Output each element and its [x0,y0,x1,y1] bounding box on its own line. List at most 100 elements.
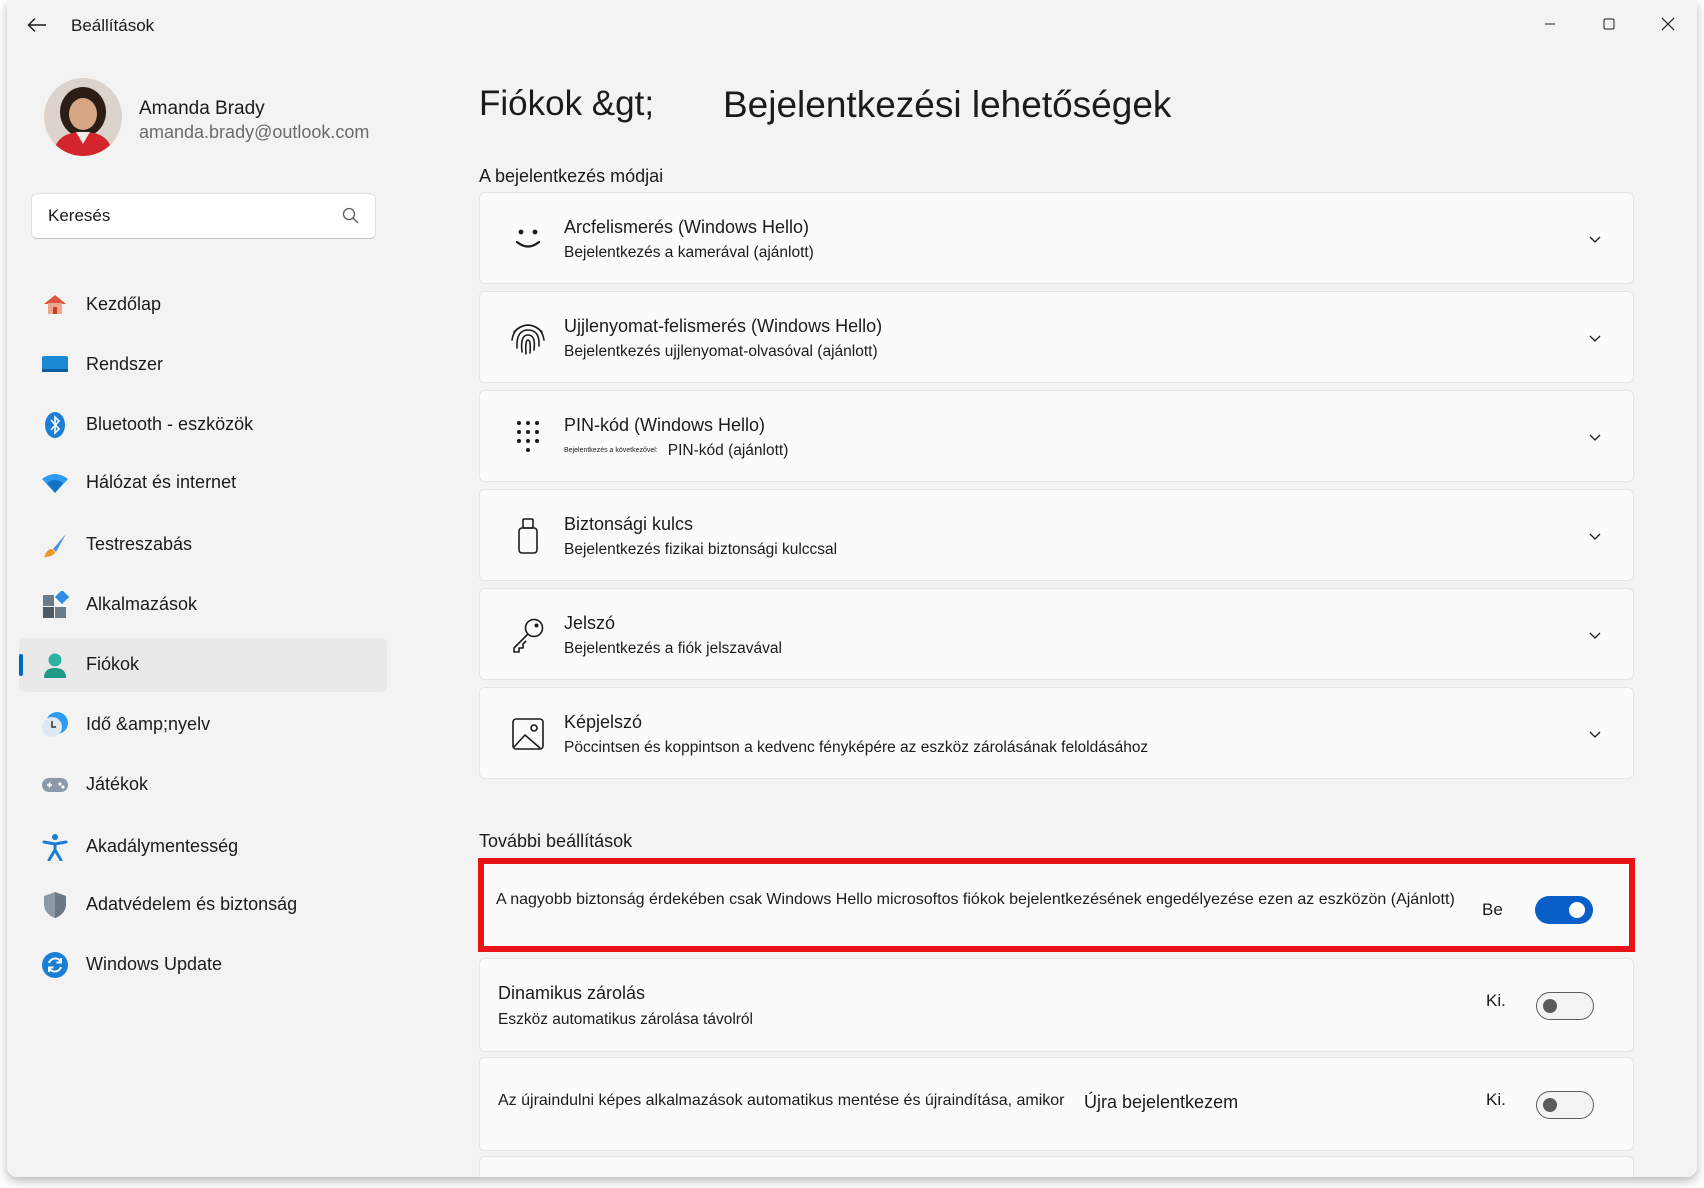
toggle-knob [1569,902,1585,918]
close-button[interactable] [1654,12,1682,36]
sidebar-item-label: Akadálymentesség [86,836,239,856]
time-language-icon [42,712,68,737]
maximize-button[interactable] [1595,12,1623,36]
toggle-state-label: Ki. [1486,991,1506,1010]
section-title-signin-ways: A bejelentkezés módjai [479,166,664,186]
bluetooth-icon [45,412,65,438]
option-title: Képjelszó [564,712,643,732]
option-title: Biztonsági kulcs [564,514,694,534]
sidebar-item-bluetooth[interactable]: Bluetooth - eszközök [19,398,387,452]
setting-text-extra: Újra bejelentkezem [1084,1092,1239,1112]
breadcrumb-parent[interactable]: Fiókok &gt; [479,84,654,124]
signin-option-face[interactable]: Arcfelismerés (Windows Hello) Bejelentke… [479,192,1634,284]
apps-icon [43,591,69,618]
toggle-knob [1543,1097,1557,1112]
sidebar-item-jatekok[interactable]: Játékok [19,758,387,812]
section-title-additional: További beállítások [479,831,633,851]
search-input[interactable] [48,206,328,226]
title-bar: Beállítások [7,0,1697,50]
signin-option-security-key[interactable]: Biztonsági kulcs Bejelentkezés fizikai b… [479,489,1634,581]
back-arrow-icon [27,18,46,32]
sidebar-item-label: Testreszabás [86,534,193,554]
sidebar-item-label: Játékok [86,774,149,794]
sidebar-item-fiokok[interactable]: Fiókok [19,638,387,692]
chevron-down-icon [1589,632,1601,639]
sidebar-item-label: Windows Update [86,954,223,974]
update-icon [42,952,68,978]
signin-option-picture-password[interactable]: Képjelszó Pöccintsen és koppintson a ked… [479,687,1634,779]
app-title: Beállítások [71,16,155,35]
sidebar-item-label: Kezdőlap [86,294,162,314]
chevron-down-icon [1589,236,1601,243]
sidebar-item-kezdolap[interactable]: Kezdőlap [19,278,387,332]
signin-option-password[interactable]: Jelszó Bejelentkezés a fiók jelszavával [479,588,1634,680]
shield-icon [44,892,66,918]
system-icon [42,356,68,372]
setting-hello-only-signin: A nagyobb biztonság érdekében csak Windo… [478,858,1635,952]
gamepad-icon [42,778,68,792]
option-title: Arcfelismerés (Windows Hello) [564,217,810,237]
key-icon [513,618,544,653]
option-title: Ujjlenyomat-felismerés (Windows Hello) [564,316,883,336]
user-email: amanda.brady@outlook.com [139,122,370,142]
sidebar-item-label: Rendszer [86,354,164,374]
sidebar-item-testreszabas[interactable]: Testreszabás [19,518,387,572]
brush-icon [44,534,66,557]
usb-key-icon [518,518,538,554]
option-subtitle: PIN-kód (ajánlott) [667,442,789,459]
sidebar-item-ido-nyelv[interactable]: Idő &amp;nyelv [19,698,387,752]
maximize-icon [1603,18,1615,30]
sidebar-item-halozat[interactable]: Hálózat és internet [19,456,387,510]
setting-subtitle: Eszköz automatikus zárolása távolról [498,1011,754,1028]
option-subtitle-prefix: Bejelentkezés a következővel: [564,447,658,454]
accessibility-icon [42,834,68,861]
sidebar-item-adatvedelem[interactable]: Adatvédelem és biztonság [19,878,387,932]
selection-indicator [19,654,23,676]
option-subtitle: Bejelentkezés a fiók jelszavával [564,640,782,657]
option-subtitle: Bejelentkezés ujjlenyomat-olvasóval (ajá… [564,343,878,360]
setting-text: A nagyobb biztonság érdekében csak Windo… [496,891,1455,908]
avatar[interactable] [44,78,122,156]
option-subtitle: Bejelentkezés fizikai biztonsági kulccsa… [564,541,838,558]
sidebar-item-rendszer[interactable]: Rendszer [19,338,387,392]
search-icon[interactable] [341,206,361,226]
chevron-down-icon [1589,731,1601,738]
sidebar-item-windows-update[interactable]: Windows Update [19,938,387,992]
settings-window: Beállítások Amanda Brady amanda.brady@ou… [7,0,1697,1177]
toggle-state-label: Ki. [1486,1090,1506,1109]
sidebar-item-label: Adatvédelem és biztonság [86,894,298,914]
sidebar-item-label: Alkalmazások [86,594,198,614]
chevron-down-icon [1589,335,1601,342]
home-icon [44,295,66,314]
sidebar-item-label: Idő &amp;nyelv [86,714,211,734]
toggle-state-label: Be [1482,900,1503,919]
pin-keypad-icon [517,421,539,452]
setting-dynamic-lock[interactable]: Dinamikus zárolás Eszköz automatikus zár… [479,958,1634,1052]
option-subtitle: Bejelentkezés a kamerával (ajánlott) [564,244,814,261]
picture-icon [512,718,544,750]
account-icon [44,653,66,678]
option-title: Jelszó [564,613,616,633]
back-button[interactable] [21,12,53,38]
minimize-icon [1545,23,1555,25]
page-title: Bejelentkezési lehetőségek [723,84,1172,125]
minimize-button[interactable] [1536,12,1564,36]
hello-only-toggle[interactable] [1535,896,1593,924]
setting-next-partial[interactable] [479,1156,1634,1177]
sidebar-item-alkalmazasok[interactable]: Alkalmazások [19,578,387,632]
close-icon [1661,17,1675,31]
face-icon [515,229,541,248]
sidebar-item-label: Bluetooth - eszközök [86,414,254,434]
sidebar-item-label: Hálózat és internet [86,472,237,492]
setting-restart-apps[interactable]: Az újraindulni képes alkalmazások automa… [479,1057,1634,1151]
fingerprint-icon [511,324,545,355]
option-subtitle: Pöccintsen és koppintson a kedvenc fényk… [564,739,1149,756]
sidebar-item-akadalymentesseg[interactable]: Akadálymentesség [19,820,387,874]
signin-option-fingerprint[interactable]: Ujjlenyomat-felismerés (Windows Hello) B… [479,291,1634,383]
dynamic-lock-toggle[interactable] [1536,992,1594,1020]
chevron-down-icon [1589,533,1601,540]
option-subtitle-group: Bejelentkezés a következővel: PIN-kód (aj… [564,442,788,460]
search-box[interactable] [31,193,376,239]
signin-option-pin[interactable]: PIN-kód (Windows Hello) Bejelentkezés a … [479,390,1634,482]
restart-apps-toggle[interactable] [1536,1091,1594,1119]
